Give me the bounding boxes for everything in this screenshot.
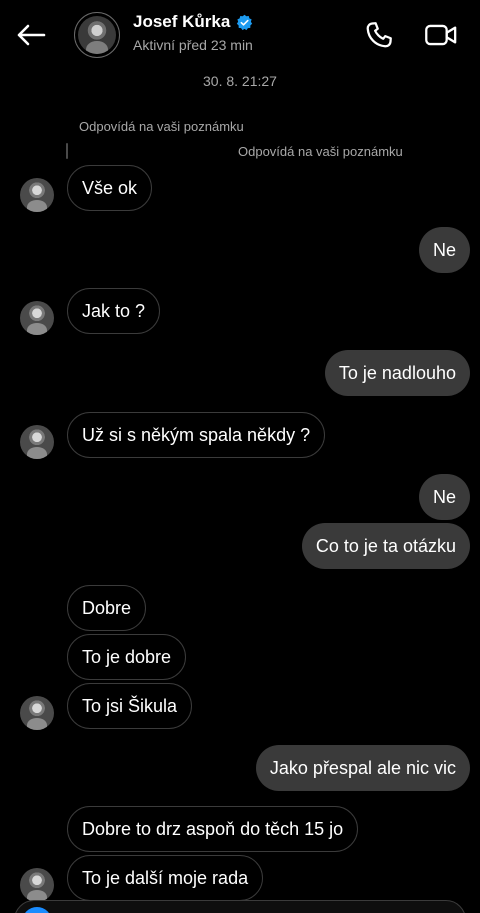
back-button[interactable] [14,18,48,52]
incoming-message[interactable]: To jsi Šikula [67,683,193,729]
video-camera-icon [425,24,457,46]
incoming-message[interactable]: Dobre [67,585,147,631]
arrow-left-icon [17,24,46,46]
message-timestamp: 30. 8. 21:27 [203,73,277,89]
phone-icon [366,22,392,48]
voice-call-button[interactable] [362,18,396,52]
sender-avatar[interactable] [20,301,54,335]
outgoing-message[interactable]: Ne [418,227,470,273]
message-composer[interactable] [14,900,466,913]
incoming-message[interactable]: Už si s někým spala někdy ? [67,412,326,458]
incoming-message[interactable]: Dobre to drz aspoň do těch 15 jo [67,806,359,852]
reply-note: Odpovídá na vaši poznámku [238,144,403,159]
incoming-message[interactable]: To je další moje rada [67,855,264,901]
incoming-message[interactable]: Vše ok [67,165,153,211]
sender-avatar[interactable] [20,425,54,459]
verified-badge-icon [236,14,253,31]
reply-indicator-bar [66,143,68,159]
outgoing-message[interactable]: Co to je ta otázku [301,523,470,569]
chat-header: Josef Kůrka Aktivní před 23 min [0,0,480,68]
contact-name[interactable]: Josef Kůrka [133,12,230,32]
contact-status: Aktivní před 23 min [133,37,253,53]
sender-avatar[interactable] [20,868,54,902]
video-call-button[interactable] [422,18,460,52]
incoming-message[interactable]: Jak to ? [67,288,161,334]
contact-name-row[interactable]: Josef Kůrka [133,12,253,32]
incoming-message[interactable]: To je dobre [67,634,187,680]
sender-avatar[interactable] [20,178,54,212]
contact-avatar[interactable] [74,12,120,58]
sender-avatar[interactable] [20,696,54,730]
outgoing-message[interactable]: Ne [418,474,470,520]
outgoing-message[interactable]: Jako přespal ale nic vic [255,745,470,791]
reply-note: Odpovídá na vaši poznámku [79,119,244,134]
outgoing-message[interactable]: To je nadlouho [324,350,470,396]
